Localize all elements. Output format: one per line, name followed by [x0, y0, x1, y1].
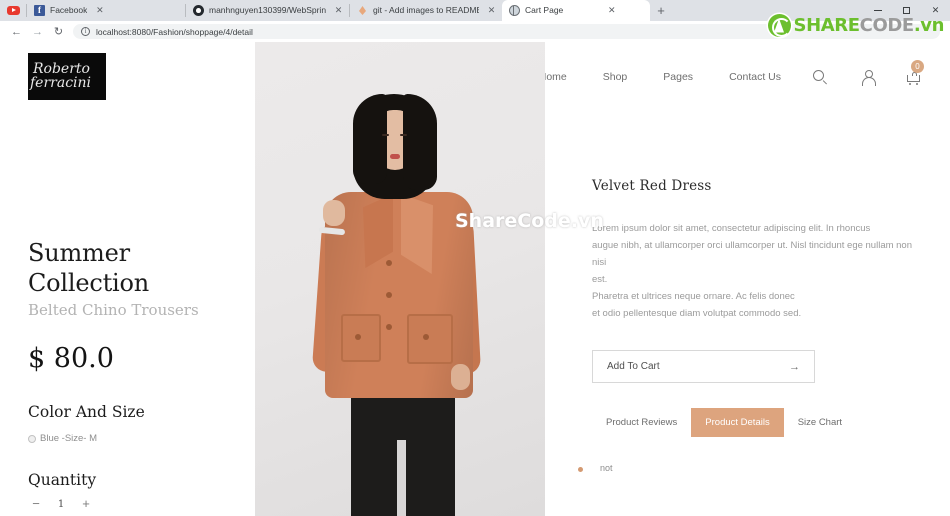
product-image[interactable] [255, 42, 545, 516]
tab-close-icon[interactable]: ✕ [93, 4, 106, 17]
sharecode-logo-share: SHARE [793, 14, 861, 36]
tab-size-chart[interactable]: Size Chart [784, 408, 856, 437]
add-to-cart-label: Add To Cart [607, 361, 660, 372]
description-line: et odio pellentesque diam volutpat commo… [592, 308, 802, 319]
forward-icon[interactable]: → [27, 21, 48, 42]
description-line: est. [592, 274, 608, 285]
sharecode-logo-code: CODE [859, 14, 915, 36]
product-summary-panel: Summer Collection Belted Chino Trousers … [28, 238, 243, 511]
sharecode-mark-icon [767, 14, 791, 37]
search-icon[interactable] [813, 68, 828, 86]
variant-option-row[interactable]: Blue -Size- M [28, 433, 243, 444]
brand-logo-line1: Roberto [33, 61, 90, 77]
sharecode-logo-vn: .vn [913, 14, 945, 36]
sharecode-logo-text: SHARECODE.vn [793, 14, 945, 36]
tab-product-reviews[interactable]: Product Reviews [592, 408, 691, 437]
sharecode-logo: SHARECODE.vn [767, 14, 945, 37]
tab-close-icon[interactable]: ✕ [605, 4, 618, 17]
color-and-size-title: Color And Size [28, 403, 145, 421]
browser-tab-facebook[interactable]: f Facebook ✕ [27, 0, 185, 21]
tab-label: git - Add images to README.md [373, 5, 479, 15]
tab-label: Cart Page [525, 5, 564, 15]
app-root: f Facebook ✕ manhnguyen130399/WebSpring … [0, 0, 950, 516]
description-line: Lorem ipsum dolor sit amet, consectetur … [592, 223, 871, 234]
variant-radio-button[interactable] [28, 434, 36, 443]
brand-logo-line2: ferracini [30, 75, 92, 91]
tab-label: Facebook [50, 5, 88, 15]
globe-icon [509, 5, 520, 16]
facebook-icon: f [34, 5, 45, 16]
product-price: $ 80.0 [28, 343, 114, 374]
product-description: Lorem ipsum dolor sit amet, consectetur … [592, 220, 927, 322]
product-tabs: Product Reviews Product Details Size Cha… [592, 408, 927, 437]
product-subtitle: Belted Chino Trousers [28, 301, 199, 319]
tab-label: manhnguyen130399/WebSpring [209, 5, 326, 15]
product-model-photo [255, 42, 545, 516]
quantity-increase-button[interactable]: + [78, 497, 94, 511]
git-icon [357, 5, 368, 16]
tab-close-icon[interactable]: ✕ [332, 4, 345, 17]
quantity-value[interactable]: 1 [44, 499, 78, 510]
nav-link-pages[interactable]: Pages [663, 71, 693, 83]
youtube-app-icon[interactable] [0, 0, 26, 21]
watermark-top: ShareCode.vn [455, 210, 604, 232]
quantity-stepper[interactable]: − 1 + [28, 497, 243, 511]
browser-tab-github[interactable]: manhnguyen130399/WebSpring ✕ [186, 0, 349, 21]
new-tab-button[interactable]: + [650, 0, 672, 21]
web-page: Roberto ferracini Home Shop Pages Contac… [0, 42, 950, 516]
address-bar-url: localhost:8080/Fashion/shoppage/4/detail [96, 26, 253, 37]
description-line: Pharetra et ultrices neque ornare. Ac fe… [592, 291, 795, 302]
description-line: augue nibh, at ullamcorper orci ullamcor… [592, 240, 913, 268]
nav-link-contact-us[interactable]: Contact Us [729, 71, 781, 83]
add-to-cart-button[interactable]: Add To Cart → [592, 350, 815, 383]
cart-icon[interactable]: 0 [907, 60, 924, 86]
tab-panel-content: not [578, 463, 927, 473]
tab-close-icon[interactable]: ✕ [485, 4, 498, 17]
brand-logo[interactable]: Roberto ferracini [28, 53, 106, 100]
tab-content-text: not [600, 463, 613, 473]
quantity-title: Quantity [28, 471, 97, 489]
back-icon[interactable]: ← [6, 21, 27, 42]
bullet-icon [578, 467, 583, 472]
quantity-decrease-button[interactable]: − [28, 497, 44, 511]
arrow-right-icon: → [789, 360, 800, 373]
product-detail-panel: Velvet Red Dress Lorem ipsum dolor sit a… [578, 178, 927, 473]
github-icon [193, 5, 204, 16]
site-info-icon[interactable] [81, 27, 90, 36]
nav-link-shop[interactable]: Shop [603, 71, 628, 83]
product-name: Velvet Red Dress [592, 178, 712, 194]
main-navigation: Home Shop Pages Contact Us 0 [539, 60, 924, 86]
variant-label: Blue -Size- M [40, 433, 98, 444]
cart-count-badge: 0 [911, 60, 924, 73]
reload-icon[interactable]: ↻ [48, 21, 69, 42]
tab-product-details[interactable]: Product Details [691, 408, 784, 437]
collection-title: Summer Collection [28, 239, 150, 297]
browser-tab-cart-page[interactable]: Cart Page ✕ [502, 0, 650, 21]
user-icon[interactable] [860, 68, 876, 86]
browser-tab-git[interactable]: git - Add images to README.md ✕ [350, 0, 502, 21]
